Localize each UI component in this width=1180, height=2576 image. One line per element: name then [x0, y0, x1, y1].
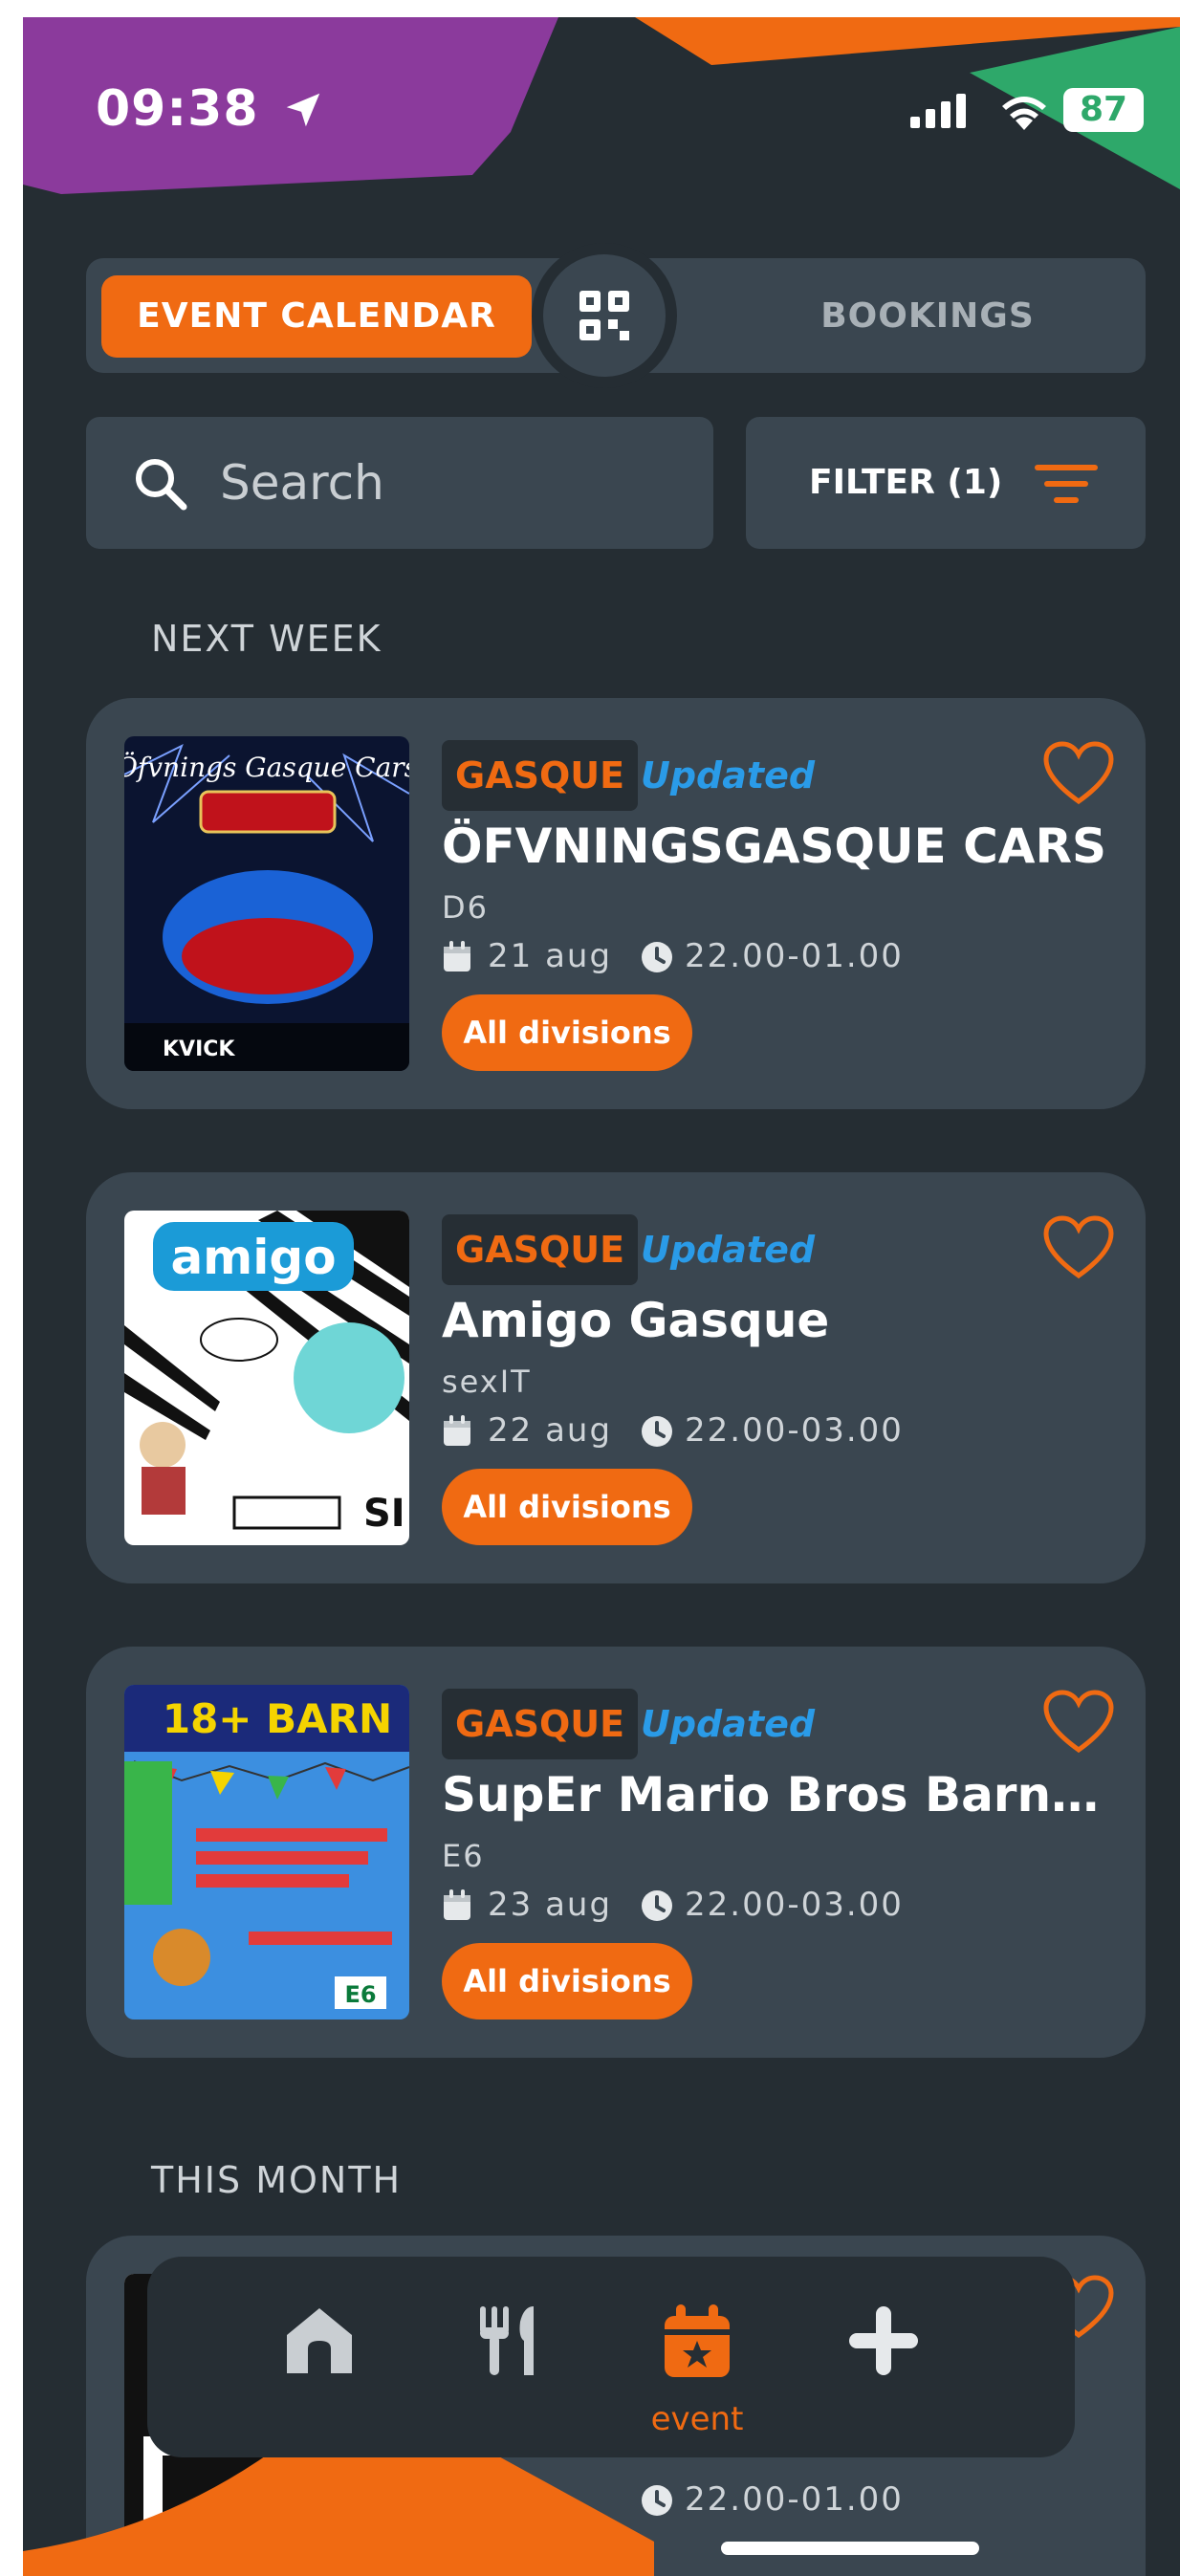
nav-event[interactable]: event	[621, 2257, 774, 2457]
wifi-icon	[1002, 97, 1046, 130]
divisions-badge[interactable]: All divisions	[442, 1943, 692, 2019]
svg-text:KVICK: KVICK	[163, 1037, 235, 1061]
svg-text:Öfvnings Gasque Cars: Öfvnings Gasque Cars	[124, 751, 409, 783]
qr-code-button[interactable]	[532, 243, 677, 388]
filter-icon	[1035, 465, 1098, 503]
event-title: ÖFVNINGSGASQUE CARS	[442, 819, 1107, 874]
event-time: 22.00-01.00	[685, 937, 904, 975]
battery-indicator: 87	[1063, 88, 1144, 132]
search-placeholder: Search	[220, 455, 384, 511]
event-venue: E6	[442, 1838, 485, 1874]
event-time: 22.00-01.00	[685, 2480, 904, 2519]
heart-icon[interactable]	[1042, 1214, 1115, 1281]
event-time: 22.00-03.00	[685, 1886, 904, 1924]
event-title: Amigo Gasque	[442, 1293, 830, 1348]
heart-icon[interactable]	[1042, 740, 1115, 807]
nav-home[interactable]	[243, 2257, 396, 2457]
filter-label: FILTER (1)	[809, 463, 1003, 502]
event-card[interactable]: 18+ BARN E6 GASQUE Updated SupEr Mario B…	[86, 1647, 1146, 2058]
calendar-icon	[444, 1889, 470, 1920]
cutlery-icon	[480, 2306, 534, 2375]
event-date: 22 aug	[488, 1411, 613, 1450]
event-poster: 18+ BARN E6	[124, 1685, 409, 2019]
event-poster: Öfvnings Gasque Cars KVICK	[124, 736, 409, 1071]
tab-event-calendar[interactable]: EVENT CALENDAR	[101, 275, 532, 358]
clock-icon	[642, 942, 672, 972]
event-poster: amigo SI	[124, 1211, 409, 1545]
svg-text:E6: E6	[344, 1981, 376, 2008]
event-date: 23 aug	[488, 1886, 613, 1924]
event-category-tag: GASQUE	[442, 740, 639, 811]
plus-icon	[849, 2306, 918, 2375]
event-category-tag: GASQUE	[442, 1689, 639, 1759]
event-card[interactable]: Öfvnings Gasque Cars KVICK GASQUE Update…	[86, 698, 1146, 1109]
home-icon	[287, 2308, 352, 2373]
calendar-icon	[444, 1415, 470, 1446]
event-date: 21 aug	[488, 937, 613, 975]
event-card[interactable]: amigo SI GASQUE Updated Amigo Gasque sex…	[86, 1172, 1146, 1583]
signal-icon	[910, 94, 966, 128]
event-venue: sexIT	[442, 1364, 532, 1400]
svg-text:amigo: amigo	[170, 1230, 336, 1285]
bottom-navigation: event	[147, 2257, 1075, 2457]
divisions-badge[interactable]: All divisions	[442, 1469, 692, 1545]
clock-icon	[642, 1890, 672, 1921]
svg-text:SI: SI	[363, 1492, 405, 1536]
location-arrow-icon	[286, 93, 320, 127]
section-heading-this-month: THIS MONTH	[151, 2159, 403, 2201]
event-updated-label: Updated	[641, 754, 816, 797]
event-updated-label: Updated	[641, 1703, 816, 1745]
status-bar: 09:38 87	[23, 17, 1180, 208]
svg-text:18+ BARN: 18+ BARN	[163, 1695, 392, 1742]
heart-icon[interactable]	[1042, 1689, 1115, 1756]
section-heading-next-week: NEXT WEEK	[151, 618, 382, 660]
nav-add[interactable]	[807, 2257, 960, 2457]
event-time: 22.00-03.00	[685, 1411, 904, 1450]
clock-icon	[642, 1416, 672, 1447]
nav-event-label: event	[650, 2400, 744, 2438]
event-category-tag: GASQUE	[442, 1214, 639, 1285]
divisions-badge[interactable]: All divisions	[442, 994, 692, 1071]
search-icon	[136, 459, 187, 511]
home-indicator[interactable]	[721, 2542, 979, 2555]
event-venue: D6	[442, 889, 489, 926]
event-updated-label: Updated	[641, 1229, 816, 1271]
tab-bookings[interactable]: BOOKINGS	[755, 275, 1100, 358]
calendar-icon	[444, 941, 470, 971]
phone-screen: 09:38 87 EVENT CALENDAR BOOKINGS Search …	[23, 17, 1180, 2576]
filter-button[interactable]: FILTER (1)	[746, 417, 1146, 549]
qr-code-icon	[579, 291, 629, 340]
event-calendar-icon	[665, 2304, 730, 2377]
event-title: SupEr Mario Bros Barnk...	[442, 1767, 1111, 1823]
nav-restaurant[interactable]	[434, 2257, 587, 2457]
search-input[interactable]: Search	[86, 417, 713, 549]
status-time: 09:38	[96, 80, 259, 138]
